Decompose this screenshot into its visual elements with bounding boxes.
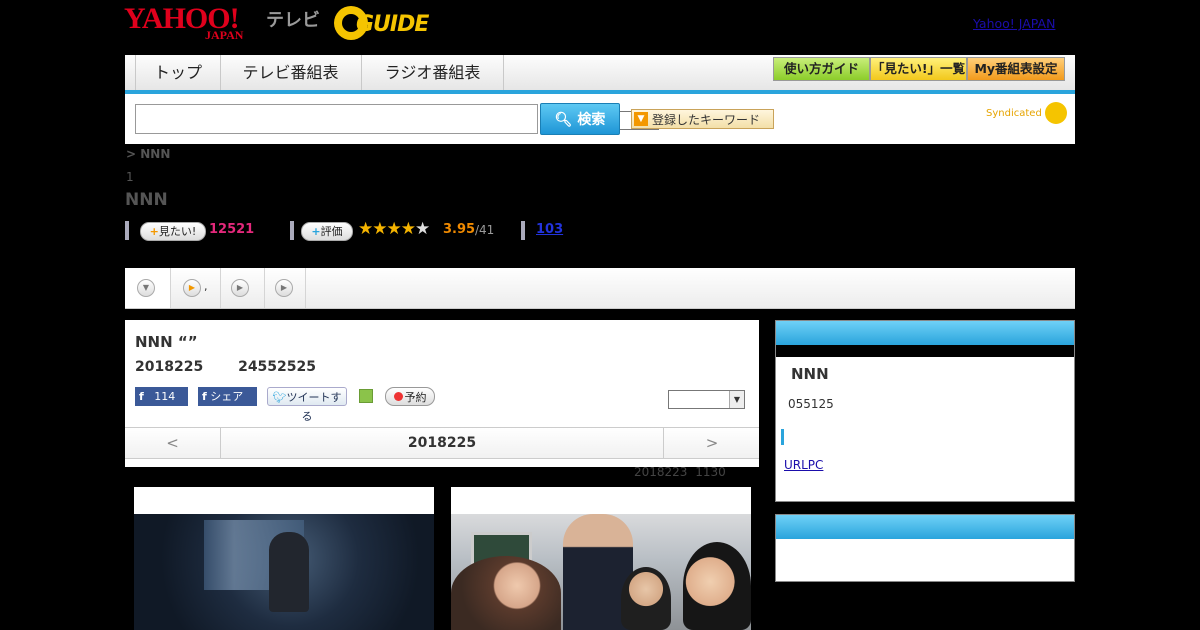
my-schedule-settings-button[interactable]: My番組表設定 (967, 57, 1065, 81)
facebook-share-label: シェア (210, 390, 244, 403)
stat-divider (290, 221, 294, 240)
episode-select[interactable]: ▼ (668, 390, 745, 409)
subtab-2[interactable]: ▶, (171, 268, 221, 308)
mitai-button[interactable]: +見たい! (140, 222, 206, 241)
mitai-count: 12521 (209, 222, 255, 237)
terebi-logo[interactable]: テレビ (266, 6, 320, 32)
panel-header (776, 515, 1074, 539)
nav-tab-top[interactable]: トップ (135, 55, 221, 90)
episode-image[interactable] (451, 487, 751, 630)
url-pc-link[interactable]: URLPC (784, 458, 823, 472)
rating-score: 3.95 (443, 222, 476, 237)
search-button-label: 検索 (577, 112, 606, 128)
tweet-button[interactable]: 🐦︎ツイートする (267, 387, 347, 423)
mitai-button-label: 見たい! (158, 225, 197, 238)
facebook-like-button[interactable]: f 114 (135, 387, 188, 406)
mitai-list-button[interactable]: 「見たい!」一覧 (870, 57, 967, 81)
star-icon: ★ (386, 219, 402, 239)
facebook-icon: f (139, 390, 144, 403)
chevron-down-icon: ▼ (137, 279, 155, 297)
sub-tabs: ▼ ▶, ▶ ▶ (125, 268, 1075, 309)
reserve-button[interactable]: 予約 (385, 387, 435, 406)
episode-count: 1 (126, 170, 134, 184)
breadcrumb[interactable]: > NNN (126, 147, 170, 161)
episode-date: 2018225 (135, 359, 204, 375)
syndicated-gguide-logo: Syndicated (986, 102, 1067, 124)
photo-child-shape (621, 567, 671, 630)
rating-stars: ★★★★★ (358, 219, 430, 239)
station-info-panel: NNN 055125 URLPC (775, 320, 1075, 502)
yahoo-logo-japan: JAPAN (205, 28, 244, 42)
star-icon: ★ (358, 219, 373, 239)
section-marker (781, 429, 784, 445)
facebook-icon: f (202, 390, 207, 403)
rating-total: /41 (475, 223, 495, 237)
episode-date-time: 2018225 24552525 (135, 359, 316, 375)
subtab-2-mark: , (204, 280, 208, 293)
facebook-share-button[interactable]: f シェア (198, 387, 257, 406)
next-date-button[interactable]: > (663, 428, 760, 458)
station-time: 055125 (788, 397, 834, 411)
station-name: NNN (791, 365, 829, 383)
episode-panel: NNN “” 2018225 24552525 f 114 f シェア 🐦︎ツイ… (125, 320, 759, 467)
panel-header-band (776, 345, 1074, 357)
star-icon: ★ (415, 219, 430, 239)
twitter-bird-icon: 🐦︎ (272, 391, 287, 404)
sidebar-panel-2 (775, 514, 1075, 582)
search-bar: ▼ 🔍︎ 検索 ▼ 登録したキーワード Syndicated (125, 94, 1075, 144)
star-icon: ★ (372, 219, 387, 239)
reserve-label: 予約 (404, 391, 427, 404)
rating-button[interactable]: +評価 (301, 222, 353, 241)
rating-button-label: 評価 (320, 225, 343, 238)
main-nav: トップ テレビ番組表 ラジオ番組表 使い方ガイド 「見たい!」一覧 My番組表設… (125, 55, 1075, 94)
gguide-logo[interactable]: GUIDE (334, 6, 429, 40)
gguide-logo-text: GUIDE (356, 12, 429, 37)
record-dot-icon (393, 392, 403, 401)
usage-guide-button[interactable]: 使い方ガイド (773, 57, 870, 81)
episode-time: 24552525 (238, 359, 317, 375)
tweet-label: ツイートする (286, 391, 342, 423)
gguide-g-icon (1045, 102, 1067, 124)
play-icon: ▶ (275, 279, 293, 297)
syndicated-label: Syndicated (986, 108, 1042, 119)
subtab-4[interactable]: ▶ (265, 268, 306, 308)
photo-girl-shape (451, 556, 561, 630)
episode-photo-2 (451, 514, 751, 630)
stat-divider (521, 221, 525, 240)
panel-header (776, 321, 1074, 345)
date-navigation: < 2018225 > (125, 427, 759, 459)
photo-figure-shape (269, 532, 309, 612)
photo-child-shape (683, 542, 751, 630)
facebook-like-count: 114 (154, 390, 176, 403)
prev-date-button[interactable]: < (125, 428, 221, 458)
star-icon: ★ (400, 219, 416, 239)
current-date: 2018225 (407, 435, 477, 451)
registered-keyword-button[interactable]: ▼ 登録したキーワード (631, 109, 774, 129)
add-calendar-icon[interactable] (359, 389, 373, 403)
episode-title: NNN “” (135, 333, 198, 351)
comment-count-link[interactable]: 103 (536, 222, 563, 237)
search-input[interactable] (135, 104, 538, 134)
episode-image[interactable] (134, 487, 434, 630)
stat-divider (125, 221, 129, 240)
episode-photo-1 (134, 514, 434, 630)
nav-tab-radio-schedule[interactable]: ラジオ番組表 (362, 55, 504, 90)
chevron-down-icon: ▼ (729, 391, 744, 408)
plus-icon: + (311, 225, 321, 238)
subtab-1[interactable]: ▼ (125, 268, 171, 308)
search-button[interactable]: 🔍︎ 検索 (540, 103, 620, 135)
play-icon: ▶ (231, 279, 249, 297)
subtab-3[interactable]: ▶ (221, 268, 265, 308)
program-title: NNN (125, 190, 168, 210)
yahoo-japan-link[interactable]: Yahoo! JAPAN (973, 16, 1055, 31)
updated-timestamp: 2018223 1130 (634, 465, 726, 479)
plus-icon: + (149, 225, 159, 238)
keyword-button-label: 登録したキーワード (652, 113, 761, 127)
play-icon: ▶ (183, 279, 201, 297)
search-icon: 🔍︎ (554, 112, 573, 128)
chevron-down-icon: ▼ (634, 112, 648, 126)
nav-tab-tv-schedule[interactable]: テレビ番組表 (220, 55, 362, 90)
